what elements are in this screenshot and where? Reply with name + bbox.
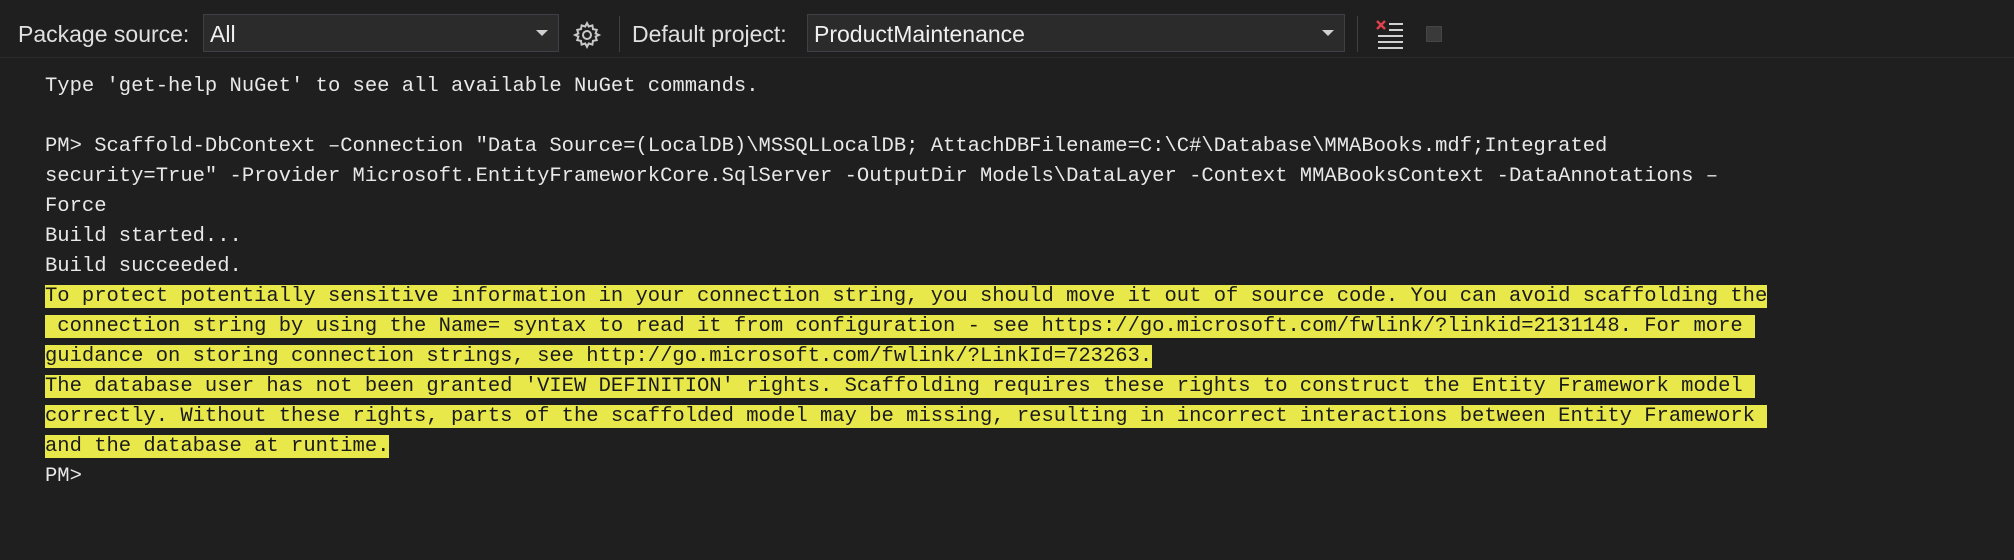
warning-text: To protect potentially sensitive informa… [45, 285, 1768, 308]
warning-text: The database user has not been granted '… [45, 375, 1755, 398]
gear-icon[interactable] [572, 20, 602, 50]
build-status-line: Build started... [45, 225, 242, 248]
warning-line: guidance on storing connection strings, … [45, 344, 1153, 370]
default-project-label: Default project: [632, 21, 787, 47]
warning-line: To protect potentially sensitive informa… [45, 284, 1768, 310]
command-line: PM> Scaffold-DbContext –Connection "Data… [45, 135, 1608, 158]
command-line: security=True" -Provider Microsoft.Entit… [45, 165, 1719, 188]
warning-line: and the database at runtime. [45, 434, 390, 460]
command-line: Force [45, 195, 107, 218]
warning-line: connection string by using the Name= syn… [45, 314, 1755, 340]
toolbar-separator [619, 16, 620, 52]
console-prompt: PM> [45, 465, 82, 488]
package-source-dropdown[interactable]: All [203, 14, 559, 52]
default-project-value: ProductMaintenance [814, 21, 1025, 47]
warning-text: correctly. Without these rights, parts o… [45, 405, 1768, 428]
chevron-down-icon [1322, 30, 1334, 36]
console-line: Type 'get-help NuGet' to see all availab… [45, 75, 759, 98]
package-source-label: Package source: [18, 21, 190, 47]
console-toolbar: Package source: All Default project: Pro… [0, 0, 2014, 58]
clear-console-icon[interactable] [1374, 18, 1406, 50]
package-source-value: All [210, 21, 236, 47]
warning-text: and the database at runtime. [45, 435, 390, 458]
default-project-dropdown[interactable]: ProductMaintenance [807, 14, 1345, 52]
warning-line: The database user has not been granted '… [45, 374, 1755, 400]
console-output[interactable]: Type 'get-help NuGet' to see all availab… [0, 60, 2014, 560]
warning-line: correctly. Without these rights, parts o… [45, 404, 1768, 430]
build-status-line: Build succeeded. [45, 255, 242, 278]
stop-button[interactable] [1426, 26, 1442, 42]
warning-text: guidance on storing connection strings, … [45, 345, 1153, 368]
toolbar-separator [1357, 16, 1358, 52]
chevron-down-icon [536, 30, 548, 36]
warning-text: connection string by using the Name= syn… [45, 315, 1755, 338]
